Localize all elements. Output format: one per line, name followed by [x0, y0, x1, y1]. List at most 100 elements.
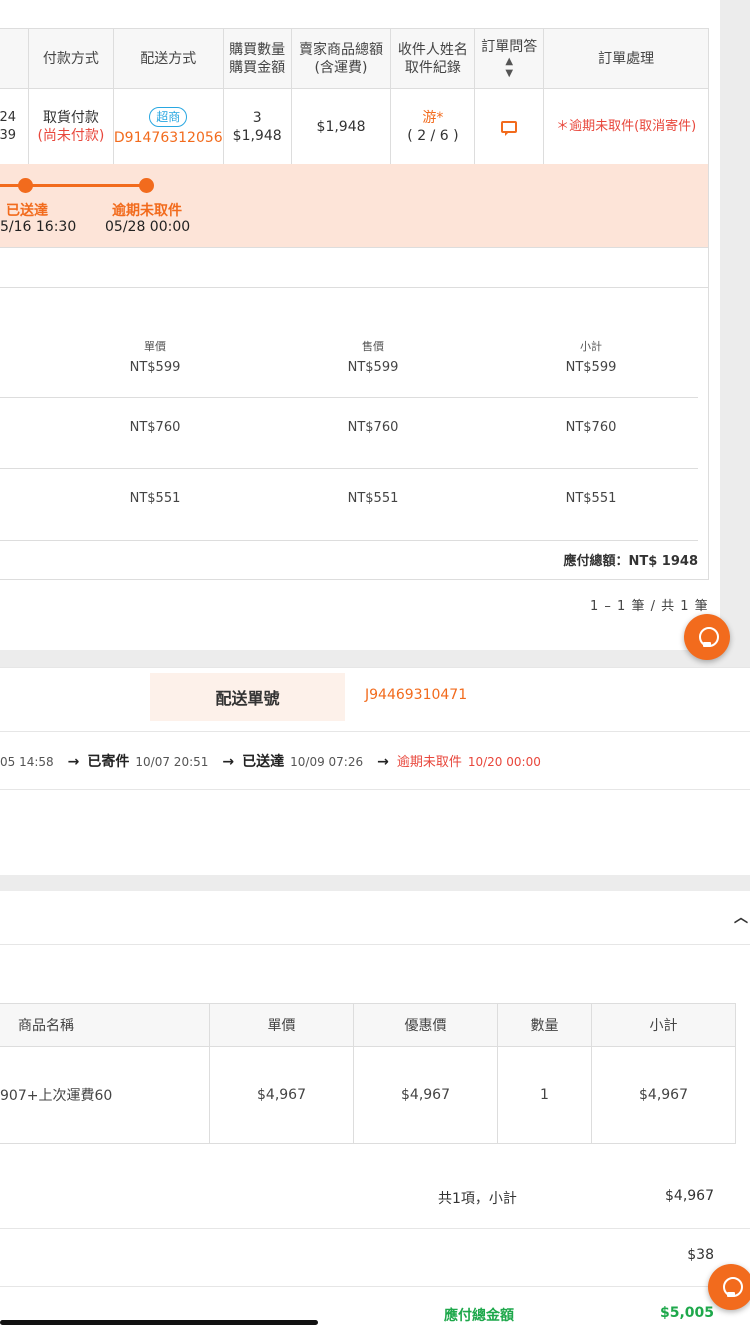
- order-qty-cell: 3 $1,948: [222, 89, 291, 164]
- detail-header-unit-price: 單價: [144, 340, 166, 353]
- product-quantity: 1: [497, 1047, 591, 1143]
- shipment-number-link[interactable]: J94469310471: [365, 687, 467, 703]
- header-subtotal: 小計: [591, 1004, 735, 1046]
- divider: [0, 789, 750, 790]
- header-payment: 付款方式: [27, 29, 113, 88]
- header-product-name: 商品名稱: [18, 1018, 74, 1034]
- order-table-header: 付款方式 配送方式 購買數量 購買金額 賣家商品總額 (含運費) 收件人姓名 取…: [0, 29, 708, 89]
- track-step3-status: 逾期未取件: [396, 755, 462, 770]
- product-table: 商品名稱 單價 優惠價 數量 小計 907+上次運費60 $4,967 $4,9…: [0, 1003, 736, 1144]
- order-payment-cell: 取貨付款 (尚未付款): [28, 89, 113, 164]
- message-icon[interactable]: [501, 120, 518, 136]
- header-qa[interactable]: 訂單問答 ▲ ▼: [474, 29, 543, 88]
- shipping-badge: 超商: [149, 106, 188, 127]
- divider: [0, 731, 750, 732]
- detail-row1-unit-price: NT$599: [129, 360, 181, 375]
- divider: [0, 944, 750, 945]
- order-table: 付款方式 配送方式 購買數量 購買金額 賣家商品總額 (含運費) 收件人姓名 取…: [0, 28, 709, 165]
- order-row: 24 39 取貨付款 (尚未付款) 超商 D91476312056 3 $1,9…: [0, 89, 708, 165]
- header-shipping: 配送方式: [112, 29, 223, 88]
- header-qty-amount: 購買數量 購買金額: [222, 29, 291, 88]
- header-process: 訂單處理: [543, 29, 708, 88]
- detail-row2-unit-price: NT$760: [129, 420, 181, 435]
- sort-icon[interactable]: ▲ ▼: [505, 56, 513, 80]
- grand-total-value: $5,005: [659, 1305, 714, 1321]
- receiver-name-link[interactable]: 游*: [422, 109, 443, 127]
- header-discount-price: 優惠價: [353, 1004, 497, 1046]
- order-amount: $1,948: [232, 127, 282, 144]
- product-table-header: 商品名稱 單價 優惠價 數量 小計: [0, 1004, 735, 1047]
- order-qty: 3: [252, 109, 262, 126]
- order-list-panel: 付款方式 配送方式 購買數量 購買金額 賣家商品總額 (含運費) 收件人姓名 取…: [0, 0, 720, 650]
- pickup-record: ( 2 / 6 ): [407, 127, 459, 144]
- timeline-dot-delivered: [18, 178, 33, 193]
- detail-row3-subtotal: NT$551: [565, 491, 617, 506]
- track-step3-time: 10/20 00:00: [467, 755, 541, 769]
- timeline-step1-label: 已送達: [6, 203, 48, 219]
- order-process-status: ＊逾期未取件(取消寄件): [543, 89, 708, 164]
- detail-row1-subtotal: NT$599: [565, 360, 617, 375]
- detail-total: 應付總額：NT$ 1948: [563, 554, 698, 569]
- header-quantity: 數量: [497, 1004, 591, 1046]
- header-seller-total: 賣家商品總額 (含運費): [290, 29, 391, 88]
- lightbulb-glyph: [699, 627, 719, 647]
- pagination-info: 1 – 1 筆 / 共 1 筆: [590, 599, 709, 614]
- divider: [0, 667, 750, 668]
- shipping-fee: $38: [687, 1247, 714, 1263]
- product-name: 907+上次運費60: [0, 1088, 113, 1104]
- order-qa-cell: [474, 89, 543, 164]
- grand-total-label: 應付總金額: [444, 1308, 514, 1324]
- detail-row3-sale-price: NT$551: [347, 491, 399, 506]
- header-unit-price: 單價: [209, 1004, 353, 1046]
- order-seller-total: $1,948: [290, 89, 391, 164]
- divider: [0, 540, 698, 541]
- shipment-panel: 配送單號 J94469310471 05 14:58 → 已寄件 10/07 2…: [0, 667, 750, 875]
- detail-row2-subtotal: NT$760: [565, 420, 617, 435]
- track-step1-time: 10/07 20:51: [135, 755, 209, 769]
- table-row: 907+上次運費60 $4,967 $4,967 1 $4,967: [0, 1047, 735, 1144]
- arrow-right-icon: →: [67, 754, 80, 770]
- header-seller-total-line1: 賣家商品總額: [299, 41, 383, 58]
- detail-header-subtotal: 小計: [580, 340, 602, 353]
- divider: [0, 1228, 750, 1229]
- header-qty: 購買數量: [229, 41, 286, 58]
- payment-status: (尚未付款): [37, 127, 105, 144]
- track-step1-status: 已寄件: [87, 754, 130, 770]
- product-discount-price: $4,967: [353, 1047, 497, 1143]
- order-edge-line1: 24: [0, 109, 16, 125]
- chevron-up-icon[interactable]: ︿: [734, 907, 748, 927]
- shipping-number-link[interactable]: D91476312056: [114, 129, 223, 147]
- divider: [0, 287, 709, 288]
- timeline-step2-label: 逾期未取件: [112, 203, 182, 219]
- header-amount: 購買金額: [229, 59, 286, 76]
- shipment-tracking: 05 14:58 → 已寄件 10/07 20:51 → 已送達 10/09 0…: [0, 751, 541, 771]
- products-panel: ︿ 商品名稱 單價 優惠價 數量 小計 907+上次運費60 $4,967 $4…: [0, 891, 750, 1334]
- header-receiver-line2: 取件紀錄: [404, 59, 461, 76]
- summary-subtotal: $4,967: [665, 1188, 714, 1204]
- header-seller-total-line2: (含運費): [314, 59, 368, 76]
- track-step2-time: 10/09 07:26: [290, 755, 364, 769]
- detail-row2-sale-price: NT$760: [347, 420, 399, 435]
- timeline-dot-overdue: [139, 178, 154, 193]
- shipment-number-label: 配送單號: [150, 673, 345, 721]
- arrow-right-icon: →: [222, 754, 235, 770]
- divider: [0, 468, 698, 469]
- summary-count-label: 共1項，小計: [438, 1191, 517, 1207]
- track-step0-time: 05 14:58: [0, 755, 54, 769]
- detail-row3-unit-price: NT$551: [129, 491, 181, 506]
- lightbulb-icon[interactable]: [684, 614, 730, 660]
- lightbulb-glyph: [723, 1277, 743, 1297]
- home-indicator: [0, 1320, 318, 1325]
- detail-header-sale-price: 售價: [362, 340, 384, 353]
- track-step2-status: 已送達: [242, 754, 285, 770]
- header-receiver: 收件人姓名 取件紀錄: [390, 29, 474, 88]
- order-edge-line2: 39: [0, 127, 16, 143]
- order-edge-cell: 24 39: [0, 89, 28, 164]
- header-qa-label: 訂單問答: [481, 38, 538, 55]
- order-shipping-cell: 超商 D91476312056: [112, 89, 223, 164]
- lightbulb-icon[interactable]: [708, 1264, 750, 1310]
- order-detail-items: 單價 售價 小計 NT$599 NT$599 NT$599 NT$760 NT$…: [0, 248, 709, 580]
- payment-method: 取貨付款: [42, 109, 99, 126]
- divider: [0, 397, 698, 398]
- arrow-right-icon: →: [377, 754, 389, 770]
